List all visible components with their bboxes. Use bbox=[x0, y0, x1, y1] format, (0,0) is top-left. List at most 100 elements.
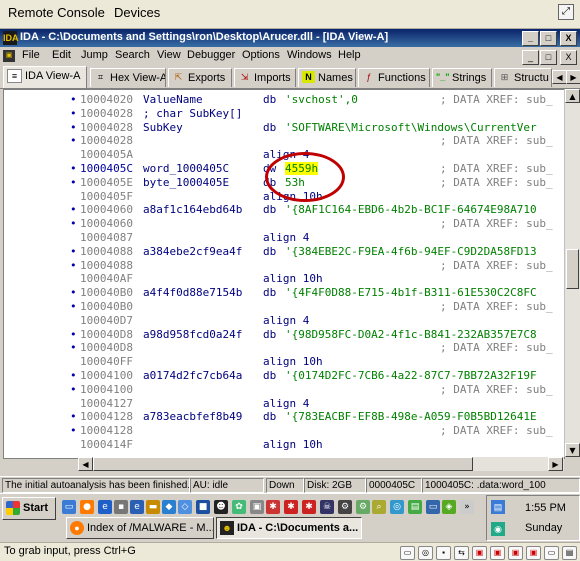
network-icon[interactable]: ▣ bbox=[472, 546, 487, 560]
menu-file[interactable]: File bbox=[22, 49, 40, 61]
tab-hex-view-a[interactable]: ⌗ Hex View-A bbox=[90, 68, 166, 87]
listing-row[interactable]: • 10004028 ; char SubKey[] bbox=[4, 107, 564, 120]
tray-app-icon[interactable]: ◉ bbox=[491, 522, 505, 536]
serial-icon[interactable]: ▣ bbox=[508, 546, 523, 560]
listing-row[interactable]: • 10004088 a384ebe2cf9ea4f db '{384EBE2C-F9E… bbox=[4, 245, 564, 258]
row-address[interactable]: 1000405C bbox=[80, 162, 133, 175]
row-operand[interactable]: '{783EACBF-EF8B-498e-A059-F0B5BD12641E bbox=[285, 410, 537, 423]
bug-icon-3[interactable]: ✱ bbox=[302, 500, 316, 514]
row-label[interactable]: a384ebe2cf9ea4f bbox=[143, 245, 242, 258]
wrench-icon[interactable]: ⚙ bbox=[338, 500, 352, 514]
listing-row[interactable]: • 10004060 a8af1c164ebd64b db '{8AF1C164-EBD… bbox=[4, 203, 564, 216]
row-address[interactable]: 10004087 bbox=[80, 231, 133, 244]
floppy-icon[interactable]: ▪ bbox=[436, 546, 451, 560]
row-address[interactable]: 100040D7 bbox=[80, 314, 133, 327]
tab-imports[interactable]: ⇲ Imports bbox=[234, 68, 296, 87]
row-operand[interactable]: '{0174D2FC-7CB6-4a22-87C7-7BB72A32F19F bbox=[285, 369, 537, 382]
listing-row[interactable]: 100040D7 align 4 bbox=[4, 314, 564, 327]
row-address[interactable]: 100040B0 bbox=[80, 286, 133, 299]
horizontal-scroll-thumb[interactable] bbox=[93, 457, 473, 471]
row-xref-comment[interactable]: ; DATA XREF: sub_ bbox=[440, 93, 553, 106]
row-mnemonic[interactable]: db bbox=[263, 410, 276, 423]
horizontal-scrollbar[interactable]: ◀ ▶ bbox=[78, 457, 564, 471]
listing-row[interactable]: • 10004028 ; DATA XREF: sub_ bbox=[4, 134, 564, 147]
listing-row[interactable]: 10004127 align 4 bbox=[4, 397, 564, 410]
keyboard-icon[interactable]: ▤ bbox=[562, 546, 577, 560]
scroll-up-button[interactable]: ▲ bbox=[565, 89, 580, 103]
listing-row[interactable]: • 100040B0 a4f4f0d88e7154b db '{4F4F0D88-E71… bbox=[4, 286, 564, 299]
row-operand[interactable]: 'svchost',0 bbox=[285, 93, 358, 106]
task-ida[interactable]: ☻ IDA - C:\Documents a... bbox=[216, 517, 362, 539]
listing-row[interactable]: • 10004100 ; DATA XREF: sub_ bbox=[4, 383, 564, 396]
row-address[interactable]: 1000405A bbox=[80, 148, 133, 161]
tab-scroll-right-button[interactable]: ▶ bbox=[566, 70, 580, 84]
row-address[interactable]: 100040D8 bbox=[80, 341, 133, 354]
menu-remote-console[interactable]: Remote Console bbox=[8, 5, 105, 20]
close-button[interactable]: X bbox=[560, 31, 577, 46]
menu-edit[interactable]: Edit bbox=[52, 49, 71, 61]
row-address[interactable]: 10004028 bbox=[80, 134, 133, 147]
row-address[interactable]: 10004088 bbox=[80, 259, 133, 272]
row-mnemonic[interactable]: db bbox=[263, 121, 276, 134]
child-minimize-button[interactable]: _ bbox=[522, 50, 539, 65]
window-icon[interactable]: ▭ bbox=[426, 500, 440, 514]
row-mnemonic[interactable]: align 10h bbox=[263, 272, 323, 285]
ie-icon[interactable]: e bbox=[130, 500, 144, 514]
disassembly-listing[interactable]: • 10004020 ValueName db'svchost',0; DATA XR… bbox=[3, 89, 565, 459]
row-xref-comment[interactable]: ; DATA XREF: sub_ bbox=[440, 217, 553, 230]
skull-icon[interactable]: ☠ bbox=[320, 500, 334, 514]
row-address[interactable]: 10004088 bbox=[80, 245, 133, 258]
row-address[interactable]: 10004028 bbox=[80, 107, 133, 120]
tab-names[interactable]: N Names bbox=[298, 68, 356, 87]
menu-jump[interactable]: Jump bbox=[81, 49, 108, 61]
row-address[interactable]: 10004100 bbox=[80, 383, 133, 396]
row-comment[interactable]: ; char SubKey[] bbox=[143, 107, 242, 120]
listing-row[interactable]: • 10004128 a783eacbfef8b49 db '{783EACBF-EF8… bbox=[4, 410, 564, 423]
row-operand[interactable]: '{8AF1C164-EBD6-4b2b-BC1F-64674E98A710 bbox=[285, 203, 537, 216]
disk-icon[interactable]: ▭ bbox=[400, 546, 415, 560]
row-address[interactable]: 100040FF bbox=[80, 355, 133, 368]
row-address[interactable]: 1000405F bbox=[80, 190, 133, 203]
row-xref-comment[interactable]: ; DATA XREF: sub_ bbox=[440, 383, 553, 396]
chevron-right-icon[interactable]: » bbox=[460, 500, 474, 514]
audio-icon[interactable]: ▣ bbox=[526, 546, 541, 560]
vertical-scrollbar[interactable]: ▲ ▼ bbox=[564, 89, 580, 457]
bug-icon-2[interactable]: ✱ bbox=[284, 500, 298, 514]
folder-icon[interactable]: ▬ bbox=[146, 500, 160, 514]
tool-icon[interactable]: ✿ bbox=[232, 500, 246, 514]
app-icon-3[interactable]: ◈ bbox=[442, 500, 456, 514]
document-icon[interactable]: ▣ bbox=[3, 50, 15, 62]
network-icon[interactable]: ◇ bbox=[178, 500, 192, 514]
row-xref-comment[interactable]: ; DATA XREF: sub_ bbox=[440, 176, 553, 189]
listing-row[interactable]: • 10004028 SubKey db 'SOFTWARE\Microsoft\Win… bbox=[4, 121, 564, 134]
row-mnemonic[interactable]: align 4 bbox=[263, 397, 309, 410]
clock-time[interactable]: 1:55 PM bbox=[525, 502, 566, 514]
listing-row[interactable]: • 10004100 a0174d2fc7cb64a db '{0174D2FC-7CB… bbox=[4, 369, 564, 382]
listing-row[interactable]: • 10004088 ; DATA XREF: sub_ bbox=[4, 259, 564, 272]
usb-icon[interactable]: ⇆ bbox=[454, 546, 469, 560]
minimize-button[interactable]: _ bbox=[522, 31, 539, 46]
row-address[interactable]: 10004060 bbox=[80, 217, 133, 230]
firefox-icon[interactable]: ● bbox=[80, 500, 94, 514]
row-label[interactable]: a783eacbfef8b49 bbox=[143, 410, 242, 423]
listing-row[interactable]: • 10004128 ; DATA XREF: sub_ bbox=[4, 424, 564, 437]
listing-row[interactable]: 1000414F align 10h bbox=[4, 438, 564, 451]
tab-ida-view-a[interactable]: ≡ IDA View-A bbox=[3, 66, 87, 88]
row-xref-comment[interactable]: ; DATA XREF: sub_ bbox=[440, 424, 553, 437]
bug-icon[interactable]: ✱ bbox=[266, 500, 280, 514]
child-close-button[interactable]: X bbox=[560, 50, 577, 65]
row-address[interactable]: 10004128 bbox=[80, 410, 133, 423]
tab-scroll-left-button[interactable]: ◀ bbox=[552, 70, 567, 84]
row-mnemonic[interactable]: align 10h bbox=[263, 438, 323, 451]
menu-windows[interactable]: Windows bbox=[287, 49, 332, 61]
row-mnemonic[interactable]: align 4 bbox=[263, 231, 309, 244]
scroll-left-button[interactable]: ◀ bbox=[78, 457, 93, 471]
menu-debugger[interactable]: Debugger bbox=[187, 49, 235, 61]
row-xref-comment[interactable]: ; DATA XREF: sub_ bbox=[440, 162, 553, 175]
row-address[interactable]: 10004128 bbox=[80, 424, 133, 437]
menu-devices[interactable]: Devices bbox=[114, 5, 160, 20]
search-icon[interactable]: ⌕ bbox=[372, 500, 386, 514]
row-mnemonic[interactable]: db bbox=[263, 369, 276, 382]
tab-structures[interactable]: ⊞ Structu bbox=[494, 68, 552, 87]
menu-help[interactable]: Help bbox=[338, 49, 361, 61]
